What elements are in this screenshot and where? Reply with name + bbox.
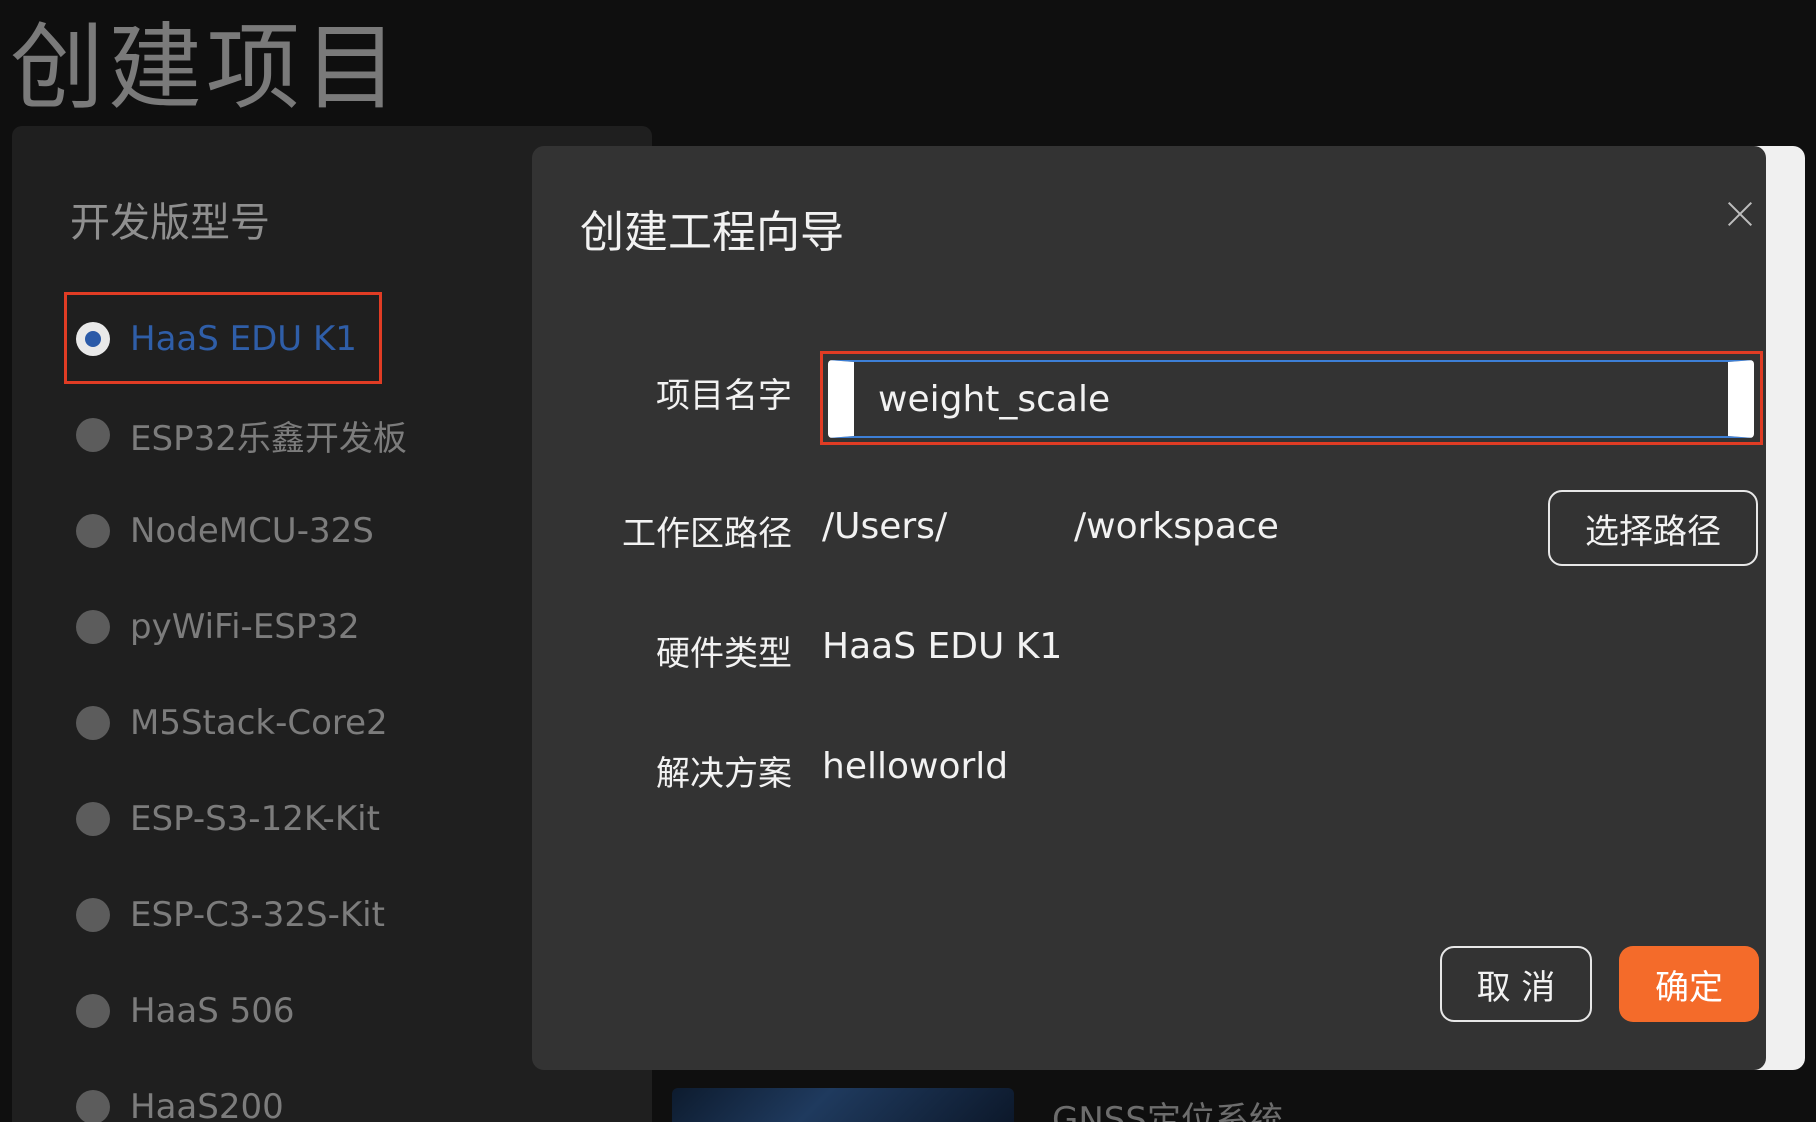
card-title[interactable]: GNSS定位系统 xyxy=(1052,1092,1283,1122)
choose-path-button[interactable]: 选择路径 xyxy=(1548,490,1758,566)
board-label: ESP-C3-32S-Kit xyxy=(130,895,385,935)
radio-icon[interactable] xyxy=(76,514,110,548)
board-label: ESP32乐鑫开发板 xyxy=(130,418,407,459)
workspace-path-start: /Users/ xyxy=(822,506,948,547)
solution-value: helloworld xyxy=(822,746,1009,787)
solution-label: 解决方案 xyxy=(656,754,792,794)
radio-icon[interactable] xyxy=(76,706,110,740)
board-label: pyWiFi-ESP32 xyxy=(130,607,360,647)
project-name-label: 项目名字 xyxy=(656,376,792,416)
close-icon[interactable] xyxy=(1724,198,1756,230)
card-thumbnail[interactable] xyxy=(672,1088,1014,1122)
board-label: NodeMCU-32S xyxy=(130,511,374,551)
cancel-button[interactable]: 取 消 xyxy=(1440,946,1592,1022)
create-project-dialog: 创建工程向导 项目名字 工作区路径 /Users/ /workspace 选择路… xyxy=(532,146,1766,1070)
dialog-title: 创建工程向导 xyxy=(580,207,844,258)
radio-icon[interactable] xyxy=(76,610,110,644)
page-title: 创建项目 xyxy=(10,14,403,123)
project-name-input[interactable] xyxy=(828,360,1754,438)
board-label: M5Stack-Core2 xyxy=(130,703,388,743)
hardware-label: 硬件类型 xyxy=(656,634,792,674)
board-label: HaaS 506 xyxy=(130,991,295,1031)
workspace-path-end: /workspace xyxy=(1074,506,1279,547)
highlight-box xyxy=(64,292,382,384)
panel-heading: 开发版型号 xyxy=(70,200,270,246)
confirm-button[interactable]: 确定 xyxy=(1619,946,1759,1022)
hardware-value: HaaS EDU K1 xyxy=(822,626,1063,667)
radio-icon[interactable] xyxy=(76,994,110,1028)
workspace-label: 工作区路径 xyxy=(622,514,792,554)
radio-icon[interactable] xyxy=(76,418,110,452)
radio-icon[interactable] xyxy=(76,898,110,932)
radio-icon[interactable] xyxy=(76,802,110,836)
radio-icon[interactable] xyxy=(76,1090,110,1122)
board-label: HaaS200 xyxy=(130,1087,284,1122)
board-label: ESP-S3-12K-Kit xyxy=(130,799,380,839)
page: 创建项目 开发版型号 HaaS EDU K1 ESP32乐鑫开发板 NodeMC… xyxy=(0,0,1816,1122)
